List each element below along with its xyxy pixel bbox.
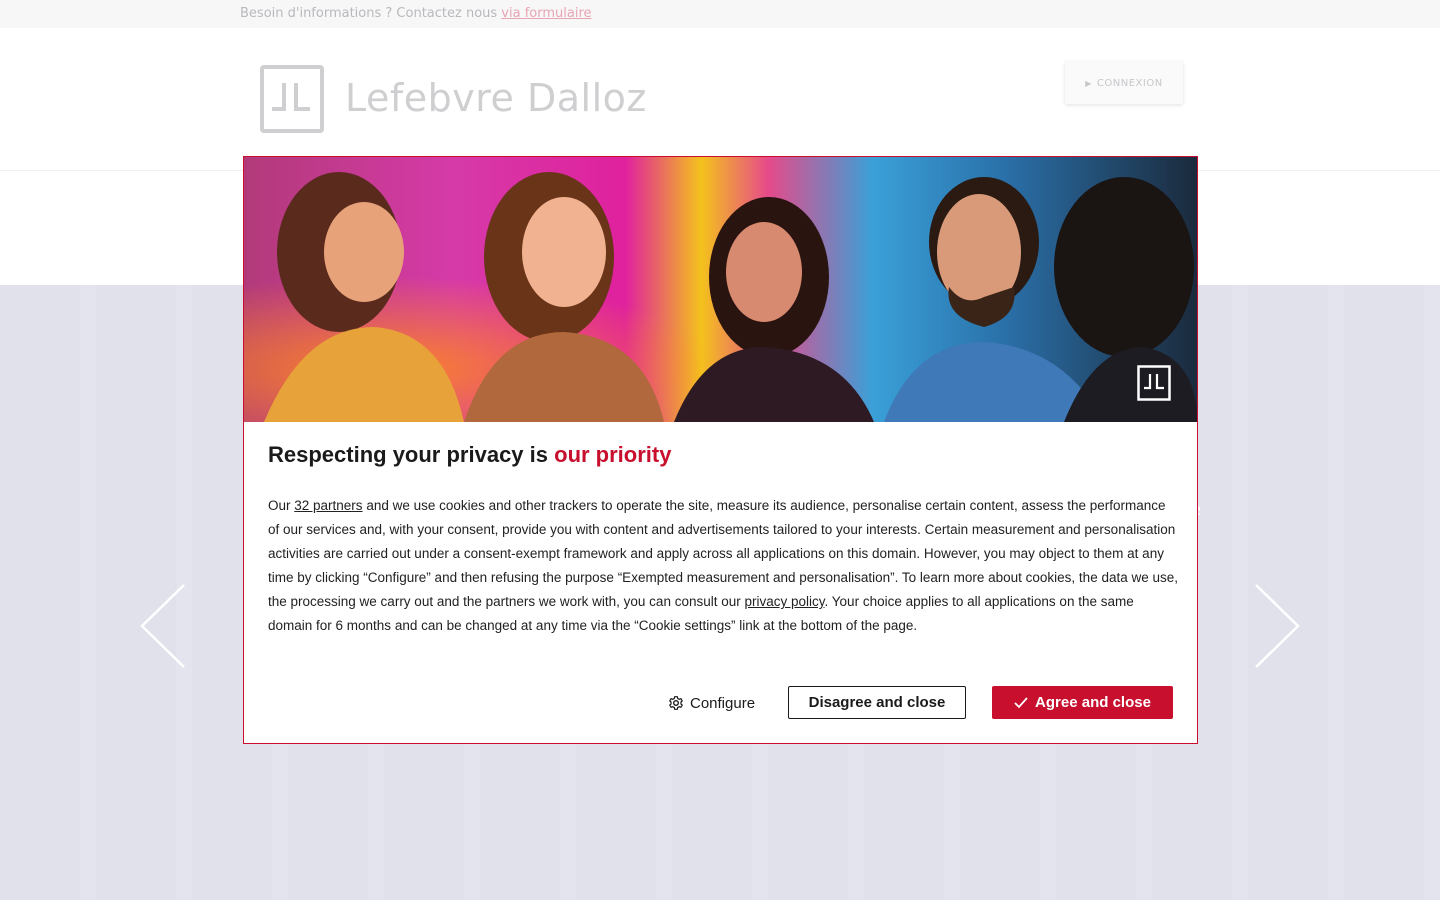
cookie-consent-dialog: Respecting your privacy is our priority … (243, 156, 1198, 744)
disagree-and-close-button[interactable]: Disagree and close (788, 686, 966, 719)
dialog-title: Respecting your privacy is our priority (268, 442, 671, 468)
privacy-policy-link[interactable]: privacy policy (745, 594, 825, 609)
logo-wordmark: Lefebvre Dalloz (345, 76, 647, 120)
dialog-description: Our 32 partners and we use cookies and o… (268, 494, 1178, 638)
login-label: CONNEXION (1096, 77, 1163, 89)
configure-button[interactable]: Configure (668, 687, 764, 719)
triangle-right-icon: ▶ (1085, 78, 1092, 88)
disagree-label: Disagree and close (808, 694, 946, 711)
consent-banner-image (244, 157, 1197, 422)
banner-photo-illustration (244, 157, 1197, 422)
login-button[interactable]: ▶ CONNEXION (1065, 62, 1183, 104)
checkmark-icon (1014, 696, 1028, 708)
chevron-right-icon[interactable] (1252, 583, 1302, 669)
body-text-2: and we use cookies and other trackers to… (268, 498, 1179, 609)
body-text-1: Our (268, 498, 295, 513)
contact-text: Besoin d'informations ? Contactez nous (240, 6, 498, 21)
lefebvre-dalloz-logo-icon (1137, 365, 1171, 401)
title-plain: Respecting your privacy is (268, 442, 548, 467)
top-info-bar: Besoin d'informations ? Contactez nous v… (0, 0, 1440, 28)
configure-label: Configure (690, 694, 756, 712)
partners-link[interactable]: 32 partners (294, 498, 362, 513)
agree-and-close-button[interactable]: Agree and close (992, 686, 1173, 719)
contact-form-link[interactable]: via formulaire (501, 6, 591, 21)
chevron-left-icon[interactable] (138, 583, 188, 669)
lefebvre-dalloz-logo-mark[interactable] (260, 65, 324, 133)
site-header: Lefebvre Dalloz ▶ CONNEXION (0, 28, 1440, 171)
agree-label: Agree and close (1035, 694, 1151, 711)
title-accent: our priority (554, 442, 672, 467)
gear-icon (669, 696, 683, 710)
